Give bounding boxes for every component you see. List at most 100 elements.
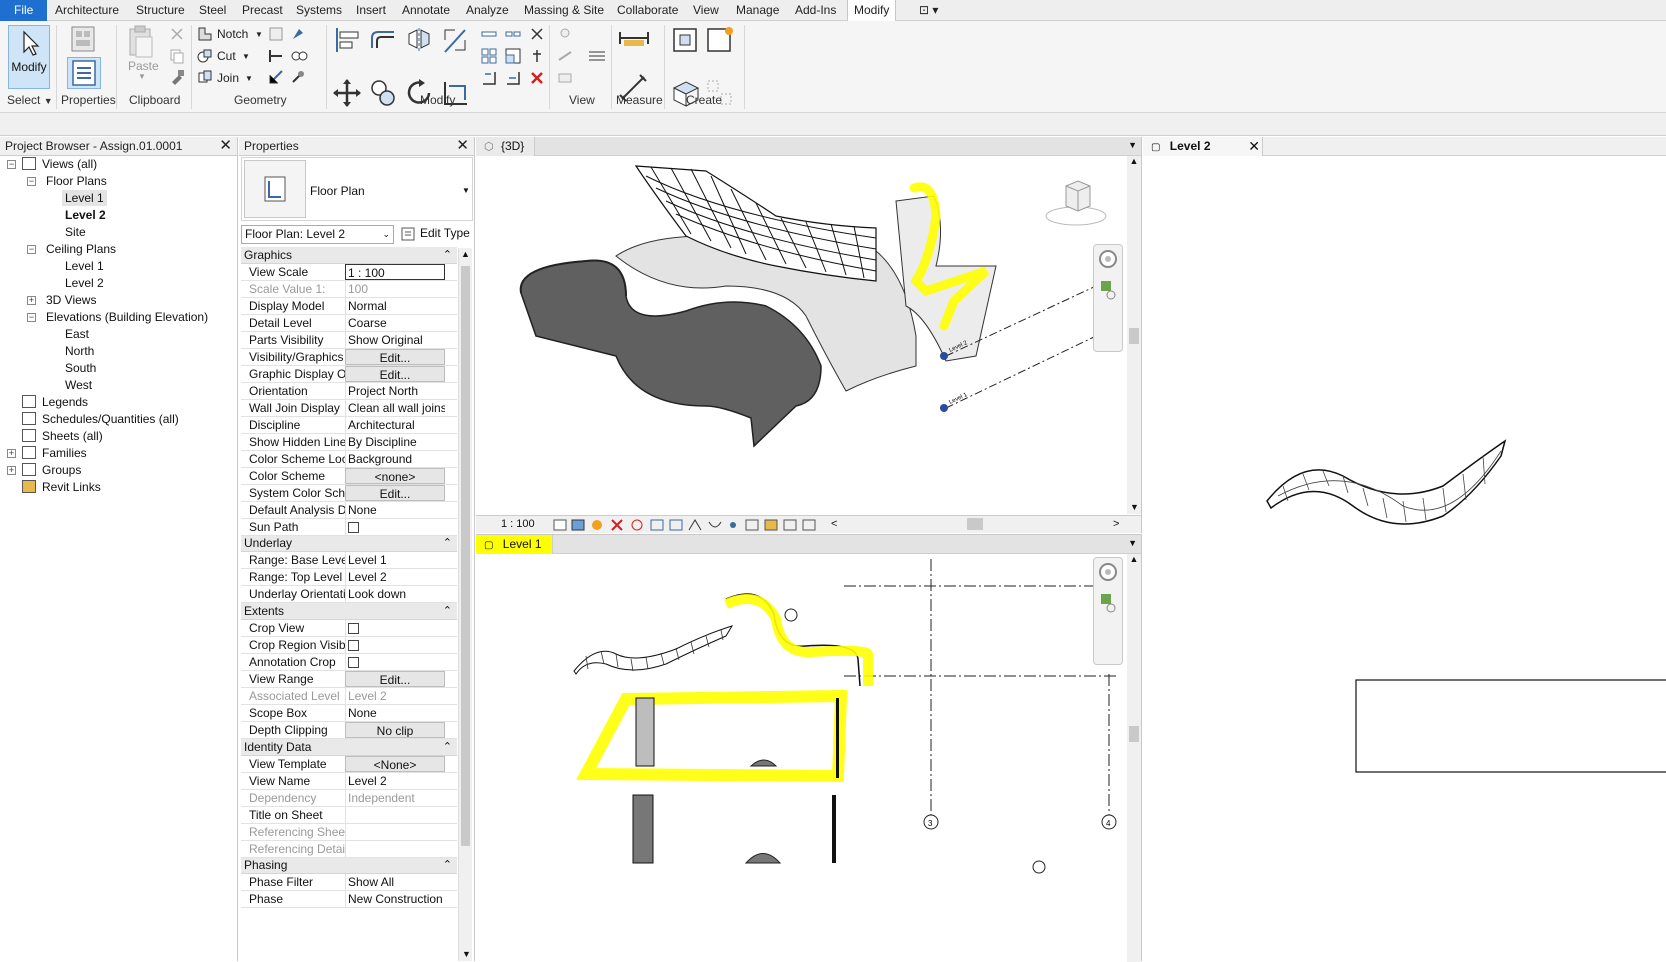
property-value[interactable]: Show Original: [345, 332, 445, 348]
tab-systems[interactable]: Systems: [290, 0, 348, 21]
browser-item-ceiling-plans[interactable]: Ceiling Plans: [46, 241, 116, 257]
collapse-icon[interactable]: −: [7, 160, 16, 169]
close-icon[interactable]: ✕: [456, 137, 469, 155]
scroll-thumb[interactable]: [461, 266, 470, 846]
browser-item-level-2[interactable]: Level 2: [65, 207, 106, 223]
property-checkbox-cell[interactable]: [345, 620, 445, 636]
collapse-icon[interactable]: −: [27, 177, 36, 186]
browser-item-south[interactable]: South: [65, 360, 96, 376]
property-value[interactable]: Look down: [345, 586, 445, 602]
type-properties-icon[interactable]: [69, 25, 99, 53]
property-edit-button[interactable]: <none>: [345, 468, 445, 484]
demolish-icon[interactable]: [290, 48, 310, 64]
join-dropdown-icon[interactable]: ▼: [245, 74, 253, 83]
collapse-group-icon[interactable]: ⌃: [443, 535, 452, 552]
zoom-icon[interactable]: [1094, 275, 1122, 305]
property-value[interactable]: By Discipline: [345, 434, 445, 450]
browser-item-west[interactable]: West: [65, 377, 92, 393]
tab-view[interactable]: View: [687, 0, 725, 21]
tab-level-1[interactable]: ▢ Level 1: [476, 535, 553, 554]
linework-icon[interactable]: [588, 48, 606, 64]
property-edit-button[interactable]: Edit...: [345, 349, 445, 365]
scroll-thumb[interactable]: [1129, 726, 1139, 742]
browser-item-legends[interactable]: Legends: [42, 394, 88, 410]
property-group-extents[interactable]: Extents ⌃: [241, 603, 457, 620]
create-similar-icon[interactable]: [705, 26, 735, 54]
notch-icon[interactable]: [197, 26, 213, 42]
paste-dropdown-icon[interactable]: ▼: [138, 72, 146, 81]
view-level-1[interactable]: ▢ Level 1 ▼ 3 4 ▲: [476, 534, 1142, 962]
property-edit-button[interactable]: Edit...: [345, 366, 445, 382]
paint-icon[interactable]: [290, 26, 306, 42]
property-checkbox-cell[interactable]: [345, 654, 445, 670]
override-graphics-icon[interactable]: [557, 26, 573, 42]
browser-item-views-all-[interactable]: Views (all): [42, 156, 97, 172]
checkbox[interactable]: [348, 657, 359, 668]
property-edit-button[interactable]: <None>: [345, 756, 445, 772]
cut-dropdown-icon[interactable]: ▼: [242, 52, 250, 61]
split-icon[interactable]: [481, 26, 497, 42]
trim-tool-icon[interactable]: [290, 69, 306, 85]
view-3d[interactable]: ⬡ {3D} ▼ Level 2 Level 1 ▲ ▼ 1: 100 < >: [476, 137, 1142, 533]
tab-3d-view[interactable]: ⬡ {3D}: [476, 137, 536, 156]
tab-precast[interactable]: Precast: [236, 0, 289, 21]
property-group-identity-data[interactable]: Identity Data ⌃: [241, 739, 457, 756]
close-icon[interactable]: ✕: [1248, 137, 1260, 156]
expand-icon[interactable]: +: [7, 466, 16, 475]
property-value[interactable]: Level 2: [345, 569, 445, 585]
properties-scrollbar[interactable]: ▲ ▼: [458, 248, 472, 961]
notch-dropdown-icon[interactable]: ▼: [255, 30, 263, 39]
tab-structure[interactable]: Structure: [130, 0, 191, 21]
expand-icon[interactable]: +: [27, 296, 36, 305]
cut-label[interactable]: Cut: [217, 49, 236, 63]
instance-selector[interactable]: Floor Plan: Level 2 ⌄: [241, 225, 394, 244]
view-menu-icon[interactable]: ▼: [1128, 140, 1137, 150]
scroll-up-icon[interactable]: ▲: [459, 249, 472, 259]
tab-modify[interactable]: Modify: [847, 0, 897, 22]
checkbox[interactable]: [348, 623, 359, 634]
tab-collaborate[interactable]: Collaborate: [611, 0, 684, 21]
property-value[interactable]: Project North: [345, 383, 445, 399]
collapse-group-icon[interactable]: ⌃: [443, 603, 452, 620]
property-checkbox-cell[interactable]: [345, 519, 445, 535]
property-group-phasing[interactable]: Phasing ⌃: [241, 857, 457, 874]
3d-model-canvas[interactable]: Level 2 Level 1: [476, 156, 1126, 512]
scroll-right-icon[interactable]: >: [1113, 516, 1119, 533]
collapse-icon[interactable]: −: [27, 245, 36, 254]
view-menu-icon[interactable]: ▼: [1128, 538, 1137, 548]
tab-file[interactable]: File: [0, 0, 48, 21]
trim-single-icon[interactable]: [505, 70, 521, 86]
property-value[interactable]: [345, 807, 445, 823]
cut-clipboard-icon[interactable]: [169, 26, 185, 42]
scroll-thumb[interactable]: [1129, 328, 1139, 344]
modify-tool-button[interactable]: Modify: [8, 25, 50, 89]
move-icon[interactable]: [333, 78, 361, 108]
browser-item-schedules-quantities-all-[interactable]: Schedules/Quantities (all): [42, 411, 179, 427]
join-label[interactable]: Join: [217, 71, 239, 85]
cut-geometry-icon[interactable]: [197, 48, 213, 64]
scroll-up-icon[interactable]: ▲: [1127, 554, 1141, 564]
collapse-icon[interactable]: −: [27, 313, 36, 322]
view-scale[interactable]: 1 : 100: [501, 516, 535, 533]
plan-canvas[interactable]: 3 4: [476, 554, 1126, 962]
mirror-draw-icon[interactable]: [441, 26, 469, 54]
type-selector[interactable]: Floor Plan ▼: [241, 157, 473, 221]
tab-analyze[interactable]: Analyze: [460, 0, 515, 21]
tab-architecture[interactable]: Architecture: [49, 0, 125, 21]
split-gap-icon[interactable]: [505, 26, 521, 42]
collapse-group-icon[interactable]: ⌃: [443, 247, 452, 264]
tab-steel[interactable]: Steel: [193, 0, 232, 21]
browser-item-elevations-building-elevation-[interactable]: Elevations (Building Elevation): [46, 309, 208, 325]
measure-distance-icon[interactable]: [618, 28, 650, 48]
pin-icon[interactable]: [529, 48, 545, 64]
tab-insert[interactable]: Insert: [350, 0, 392, 21]
align-icon[interactable]: [333, 26, 361, 54]
property-edit-button[interactable]: Edit...: [345, 485, 445, 501]
property-value[interactable]: Level 1: [345, 552, 445, 568]
properties-button[interactable]: [67, 57, 101, 89]
property-group-graphics[interactable]: Graphics ⌃: [241, 247, 457, 264]
property-value[interactable]: Level 2: [345, 773, 445, 789]
paste-icon[interactable]: [127, 25, 155, 59]
override-linework-icon[interactable]: [557, 48, 573, 64]
edit-type-button[interactable]: Edit Type: [399, 225, 471, 244]
